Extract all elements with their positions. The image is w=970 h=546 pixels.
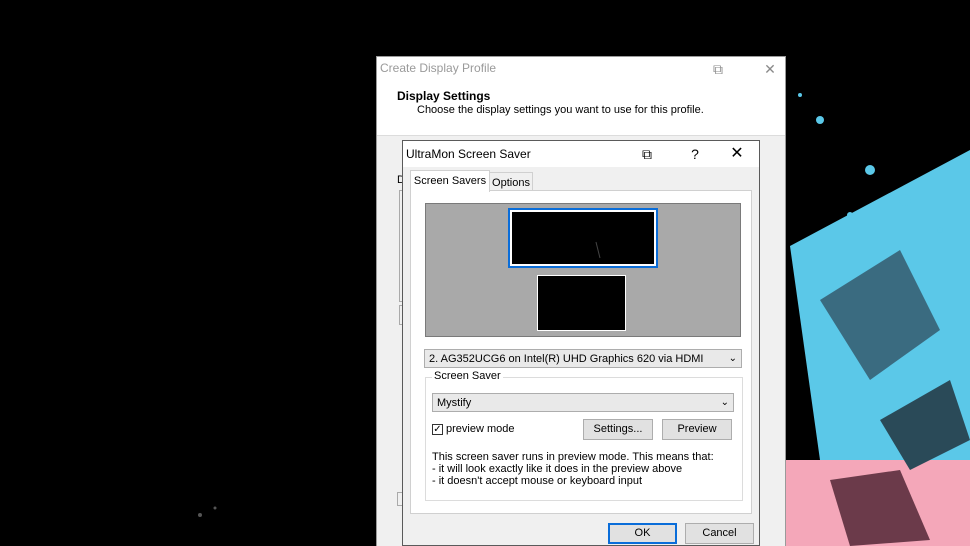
preview-button[interactable]: Preview — [662, 419, 732, 440]
mystify-preview — [595, 241, 601, 259]
preview-note: This screen saver runs in preview mode. … — [432, 451, 714, 487]
ok-button[interactable]: OK — [608, 523, 677, 544]
screen-saver-group-label: Screen Saver — [432, 370, 503, 382]
cancel-button[interactable]: Cancel — [685, 523, 754, 544]
tab-options[interactable]: Options — [489, 172, 533, 192]
monitor-1-selected[interactable] — [508, 208, 658, 268]
screen-saver-group: Screen Saver Mystify ⌄ ✓ preview mode Se… — [425, 370, 743, 501]
close-icon[interactable]: ✕ — [727, 145, 747, 163]
restore-icon[interactable]: ⧉ — [709, 60, 727, 78]
screen-saver-select[interactable]: Mystify ⌄ — [432, 393, 734, 412]
monitor-select-value: 2. AG352UCG6 on Intel(R) UHD Graphics 62… — [429, 353, 704, 365]
screen-saver-select-value: Mystify — [437, 397, 472, 409]
close-icon[interactable]: ✕ — [761, 60, 779, 78]
preview-mode-checkbox[interactable]: ✓ — [432, 424, 443, 435]
preview-mode-label: preview mode — [446, 423, 515, 435]
inner-titlebar[interactable]: UltraMon Screen Saver ⧉ ? ✕ — [403, 141, 759, 167]
chevron-down-icon: ⌄ — [728, 353, 737, 364]
note-line: - it will look exactly like it does in t… — [432, 463, 683, 475]
header-title: Display Settings — [397, 89, 491, 103]
header-subtitle: Choose the display settings you want to … — [417, 104, 704, 116]
outer-header: Display Settings Choose the display sett… — [377, 81, 785, 136]
monitor-select[interactable]: 2. AG352UCG6 on Intel(R) UHD Graphics 62… — [424, 349, 742, 368]
chevron-down-icon: ⌄ — [720, 397, 729, 408]
restore-icon[interactable]: ⧉ — [637, 145, 657, 163]
help-icon[interactable]: ? — [685, 145, 705, 163]
screen-savers-panel: 2. AG352UCG6 on Intel(R) UHD Graphics 62… — [410, 190, 752, 514]
note-line: This screen saver runs in preview mode. … — [432, 451, 714, 463]
monitor-2[interactable] — [537, 275, 626, 331]
tab-screen-savers[interactable]: Screen Savers — [410, 170, 490, 192]
settings-button[interactable]: Settings... — [583, 419, 653, 440]
ultramon-screen-saver-dialog: UltraMon Screen Saver ⧉ ? ✕ Screen Saver… — [402, 140, 760, 546]
note-line: - it doesn't accept mouse or keyboard in… — [432, 475, 642, 487]
inner-dialog-title: UltraMon Screen Saver — [406, 147, 531, 161]
outer-dialog-title: Create Display Profile — [380, 61, 497, 75]
monitor-arrangement — [425, 203, 741, 337]
outer-titlebar[interactable]: Create Display Profile ⧉ ✕ — [377, 57, 785, 81]
